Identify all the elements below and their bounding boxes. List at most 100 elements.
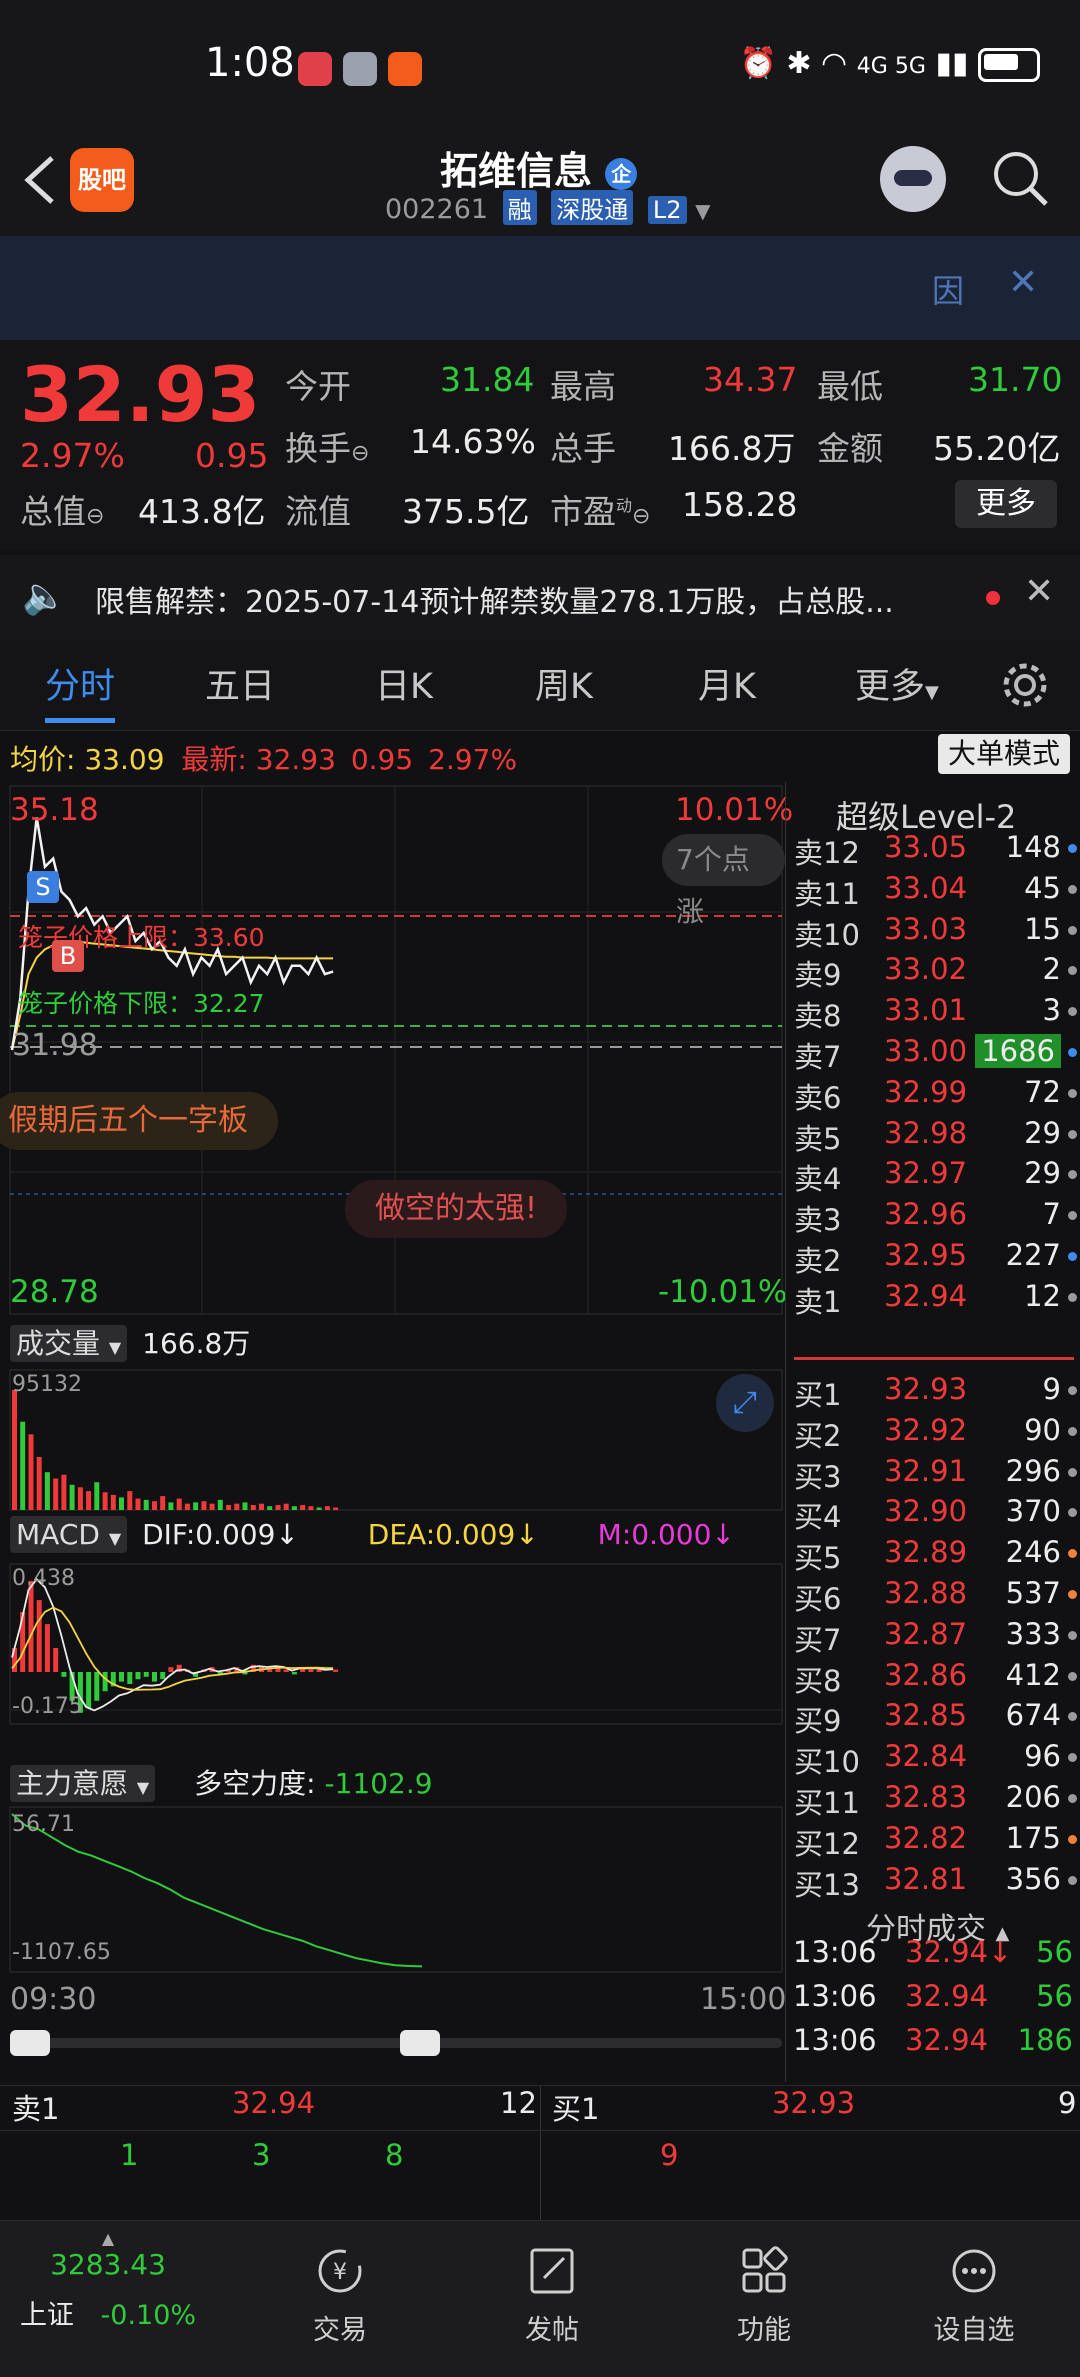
sell-level-row[interactable]: 卖9 33.02 2 [794,952,1079,993]
sell-level-row[interactable]: 卖11 33.04 45 [794,871,1079,912]
time-start: 09:30 [10,1982,97,2017]
volume-bar [275,1505,281,1510]
unread-dot [986,591,1000,605]
tab-more[interactable]: 更多▼ [855,658,939,709]
zoom-handle-left[interactable] [10,2030,50,2056]
level-price: 33.01 [884,993,968,1028]
active-tab-indicator [45,718,115,723]
level-price: 32.92 [884,1412,968,1447]
sell-level-row[interactable]: 卖6 32.99 72 [794,1075,1079,1116]
volume-bar [193,1502,199,1510]
info-icon: ⊖ [86,504,105,529]
level-dot-icon [1068,1048,1077,1057]
dea-line [11,1606,334,1691]
search-icon[interactable] [990,148,1050,208]
tab-5day[interactable]: 五日 [205,658,275,709]
sell-level-row[interactable]: 卖5 32.98 29 [794,1116,1079,1157]
nav-trade[interactable]: ¥ 交易 [232,2221,448,2347]
sell-level-row[interactable]: 卖10 33.03 15 [794,912,1079,953]
level-price: 32.85 [884,1698,968,1733]
volume-bar [184,1503,190,1510]
queue-sell-label: 卖1 [12,2092,60,2126]
macd-bar [28,1580,34,1672]
nav-post[interactable]: 发帖 [444,2221,660,2347]
main-force-selector[interactable]: 主力意愿 ▼ [10,1765,156,1802]
level-label: 卖12 [794,836,860,870]
volume-bar [168,1502,174,1510]
sell-level-row[interactable]: 卖8 33.01 3 [794,993,1079,1034]
tab-monthly-k[interactable]: 月K [698,658,756,709]
level-dot-icon [1068,1170,1077,1180]
buy-level-row[interactable]: 买10 32.84 96 [794,1739,1079,1780]
notice-bar[interactable]: 🔈 限售解禁：2025-07-14预计解禁数量278.1万股，占总股... ✕ [0,555,1080,640]
sell-level-row[interactable]: 卖12 33.05 148 [794,830,1079,871]
zoom-scrollbar[interactable] [10,2038,782,2048]
close-icon[interactable]: ✕ [1024,571,1054,612]
buy-level-row[interactable]: 买1 32.93 9 [794,1372,1079,1413]
sell-level-row[interactable]: 卖3 32.96 7 [794,1197,1079,1238]
more-button[interactable]: 更多 [955,480,1057,528]
buy-level-row[interactable]: 买11 32.83 206 [794,1780,1079,1821]
buy-marker[interactable]: B [52,940,84,972]
queue-separator [0,2130,1080,2131]
level-label: 买8 [794,1663,842,1698]
buy-level-row[interactable]: 买12 32.82 175 [794,1821,1079,1862]
buy-level-row[interactable]: 买5 32.89 246 [794,1535,1079,1576]
back-icon[interactable] [20,152,60,208]
macd-selector[interactable]: MACD ▼ [10,1516,128,1553]
intraday-chart-area[interactable]: 35.18 10.01% 28.78 -10.01% 31.98 笼子价格上限：… [0,782,793,2082]
level-label: 买3 [794,1459,842,1494]
ad-banner[interactable]: 因 ✕ [0,236,1080,340]
level-volume: 333 [1005,1616,1061,1651]
nav-watchlist[interactable]: 设自选 [866,2221,1080,2347]
large-order-mode-button[interactable]: 大单模式 [937,734,1070,774]
level-dot-icon [1068,1467,1077,1477]
level-price: 32.83 [884,1780,968,1814]
guba-logo[interactable]: 股吧 [70,148,134,212]
sell-level-row[interactable]: 卖7 33.00 1686 [794,1034,1079,1075]
settings-gear-icon[interactable] [1000,660,1050,710]
buy-level-row[interactable]: 买4 32.90 370 [794,1494,1079,1535]
tab-daily-k[interactable]: 日K [375,658,433,709]
comment-bubble[interactable]: 做空的太强! [345,1180,568,1238]
index-ticker[interactable]: ▲ 3283.43 上证 -0.10% [0,2221,216,2332]
expand-icon[interactable]: ⤢ [716,1374,774,1432]
level-dot-icon [1068,1549,1077,1559]
dropdown-icon[interactable]: ▼ [695,199,710,223]
level-price: 33.04 [884,870,968,905]
label-amount: 金额 [817,429,883,468]
buy-level-row[interactable]: 买3 32.91 296 [794,1454,1079,1495]
sell-level-row[interactable]: 卖2 32.95 227 [794,1238,1079,1279]
tab-intraday[interactable]: 分时 [45,658,115,709]
robot-assistant-icon[interactable] [880,146,946,212]
buy-level-row[interactable]: 买2 32.92 90 [794,1413,1079,1454]
zoom-handle-right[interactable] [400,2030,440,2056]
chart-top-pct: 10.01% [675,792,794,828]
buy-level-row[interactable]: 买7 32.87 333 [794,1617,1079,1658]
buy-level-row[interactable]: 买9 32.85 674 [794,1698,1079,1739]
points-tag[interactable]: 7个点涨 [662,834,785,928]
volume-bar [267,1506,273,1510]
app-notification-icon [388,52,422,86]
level-dot-icon [1068,884,1077,894]
label-volume: 总手 [550,429,616,468]
battery-icon [978,47,1040,82]
comment-bubble[interactable]: 假期后五个一字板 [0,1092,278,1150]
volume-selector[interactable]: 成交量 ▼ [10,1325,128,1362]
tab-weekly-k[interactable]: 周K [535,658,593,709]
level-label: 买11 [794,1786,860,1820]
buy-level-row[interactable]: 买6 32.88 537 [794,1576,1079,1617]
sell-level-row[interactable]: 卖4 32.97 29 [794,1156,1079,1197]
level-dot-icon [1068,966,1077,976]
level-label: 卖11 [794,876,860,911]
buy-level-row[interactable]: 买8 32.86 412 [794,1658,1079,1699]
chart-top-price: 35.18 [10,792,99,828]
level-price: 32.84 [884,1739,968,1774]
level-dot-icon [1068,925,1077,935]
close-icon[interactable]: ✕ [1008,262,1038,303]
index-value: 3283.43 [50,2248,166,2281]
nav-functions[interactable]: 功能 [656,2221,872,2347]
sell-level-row[interactable]: 卖1 32.94 12 [794,1279,1079,1320]
level-label: 买1 [794,1378,842,1412]
sell-marker[interactable]: S [27,871,59,903]
